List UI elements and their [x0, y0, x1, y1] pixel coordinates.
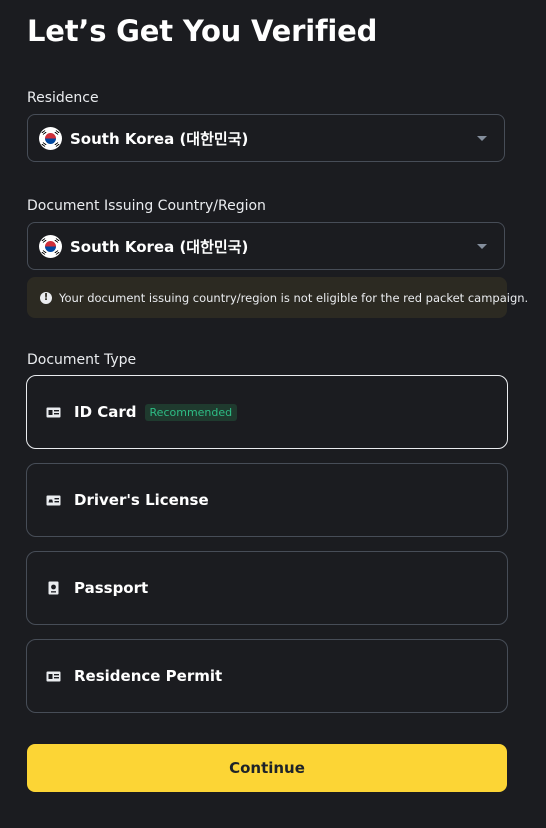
id-card-icon: [45, 405, 61, 419]
issuing-country-label: Document Issuing Country/Region: [27, 198, 266, 214]
chevron-down-icon: [477, 136, 487, 141]
passport-icon: [45, 581, 61, 595]
doc-option-label: Residence Permit: [74, 667, 223, 685]
page-title: Let’s Get You Verified: [27, 14, 378, 48]
continue-button[interactable]: Continue: [27, 744, 507, 792]
doc-option-residence-permit[interactable]: Residence Permit: [26, 639, 508, 713]
south-korea-flag-icon: [39, 126, 62, 150]
residence-label: Residence: [27, 90, 99, 106]
issuing-country-value: South Korea (대한민국): [70, 237, 249, 256]
doc-option-label: Driver's License: [74, 491, 209, 509]
doc-option-drivers-license[interactable]: Driver's License: [26, 463, 508, 537]
residence-select[interactable]: South Korea (대한민국): [27, 114, 505, 162]
residence-permit-icon: [45, 669, 61, 683]
exclamation-circle-icon: !: [40, 291, 52, 304]
eligibility-warning: ! Your document issuing country/region i…: [27, 277, 528, 318]
doc-option-label: ID Card: [74, 403, 137, 421]
residence-value: South Korea (대한민국): [70, 129, 249, 148]
doc-option-label: Passport: [74, 579, 149, 597]
south-korea-flag-icon: [39, 234, 62, 258]
recommended-badge: Recommended: [144, 403, 238, 421]
document-type-label: Document Type: [27, 352, 137, 368]
issuing-country-select[interactable]: South Korea (대한민국): [27, 222, 505, 270]
doc-option-passport[interactable]: Passport: [26, 551, 508, 625]
warning-text: Your document issuing country/region is …: [59, 290, 529, 305]
doc-option-id-card[interactable]: ID Card Recommended: [26, 375, 508, 449]
chevron-down-icon: [477, 244, 487, 249]
drivers-license-icon: [45, 493, 61, 507]
